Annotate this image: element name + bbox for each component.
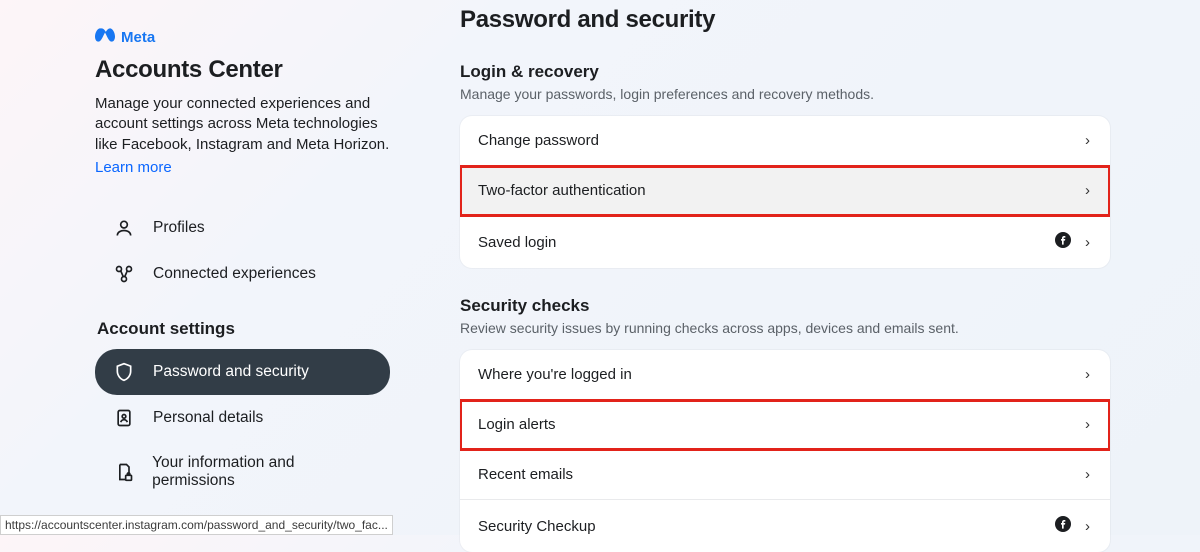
sidebar-item-label: Connected experiences xyxy=(153,265,316,283)
chevron-right-icon: › xyxy=(1085,366,1090,383)
row-where-logged-in[interactable]: Where you're logged in › xyxy=(460,350,1110,400)
login-recovery-card: Change password › Two-factor authenticat… xyxy=(460,116,1110,268)
chevron-right-icon: › xyxy=(1085,416,1090,433)
sidebar-item-label: Your information and permissions xyxy=(152,454,372,490)
brand: Meta xyxy=(95,28,390,46)
group-subtitle-login: Manage your passwords, login preferences… xyxy=(460,86,1110,102)
sidebar-title: Accounts Center xyxy=(95,56,390,84)
row-change-password[interactable]: Change password › xyxy=(460,116,1110,166)
row-label: Login alerts xyxy=(478,416,1085,433)
learn-more-link[interactable]: Learn more xyxy=(95,159,172,176)
chevron-right-icon: › xyxy=(1085,234,1090,251)
row-label: Where you're logged in xyxy=(478,366,1085,383)
security-checks-card: Where you're logged in › Login alerts › … xyxy=(460,350,1110,552)
facebook-icon xyxy=(1055,232,1071,252)
sidebar: Meta Accounts Center Manage your connect… xyxy=(0,0,430,535)
row-label: Recent emails xyxy=(478,466,1085,483)
sidebar-description: Manage your connected experiences and ac… xyxy=(95,94,390,155)
group-subtitle-security: Review security issues by running checks… xyxy=(460,320,1110,336)
shield-icon xyxy=(113,362,135,382)
sidebar-item-your-info-permissions[interactable]: Your information and permissions xyxy=(95,441,390,503)
sidebar-item-label: Profiles xyxy=(153,219,205,237)
row-saved-login[interactable]: Saved login › xyxy=(460,216,1110,268)
sidebar-section-label: Account settings xyxy=(97,319,390,339)
chevron-right-icon: › xyxy=(1085,466,1090,483)
status-bar-url: https://accountscenter.instagram.com/pas… xyxy=(0,515,393,535)
sidebar-item-label: Personal details xyxy=(153,409,263,427)
row-label: Change password xyxy=(478,132,1085,149)
group-title-security: Security checks xyxy=(460,296,1110,316)
sidebar-item-password-security[interactable]: Password and security xyxy=(95,349,390,395)
facebook-icon xyxy=(1055,516,1071,536)
chevron-right-icon: › xyxy=(1085,182,1090,199)
sidebar-item-personal-details[interactable]: Personal details xyxy=(95,395,390,441)
sidebar-item-label: Password and security xyxy=(153,363,309,381)
id-card-icon xyxy=(113,408,135,428)
meta-logo-icon xyxy=(95,28,115,46)
profile-icon xyxy=(113,218,135,238)
brand-name: Meta xyxy=(121,29,155,46)
row-recent-emails[interactable]: Recent emails › xyxy=(460,450,1110,500)
main-content: Password and security Login & recovery M… xyxy=(430,0,1200,535)
row-login-alerts[interactable]: Login alerts › xyxy=(460,400,1110,450)
group-title-login: Login & recovery xyxy=(460,62,1110,82)
sidebar-item-profiles[interactable]: Profiles xyxy=(95,205,390,251)
row-two-factor-auth[interactable]: Two-factor authentication › xyxy=(460,166,1110,216)
connected-icon xyxy=(113,264,135,284)
chevron-right-icon: › xyxy=(1085,132,1090,149)
sidebar-item-connected-experiences[interactable]: Connected experiences xyxy=(95,251,390,297)
row-label: Two-factor authentication xyxy=(478,182,1085,199)
row-label: Saved login xyxy=(478,234,1055,251)
chevron-right-icon: › xyxy=(1085,518,1090,535)
row-label: Security Checkup xyxy=(478,518,1055,535)
row-security-checkup[interactable]: Security Checkup › xyxy=(460,500,1110,552)
doc-lock-icon xyxy=(113,462,134,482)
page-title: Password and security xyxy=(460,6,1110,34)
